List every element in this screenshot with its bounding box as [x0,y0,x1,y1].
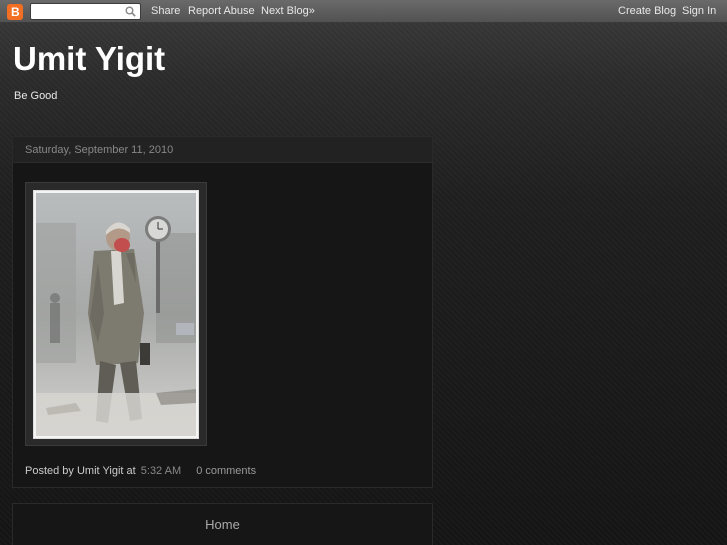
post: Saturday, September 11, 2010 Posted by U… [12,136,433,488]
photo-illustration [36,193,196,436]
posted-by-label: Posted by [25,465,74,477]
comments-link[interactable]: 0 comments [196,465,256,477]
blogger-logo-letter: B [11,5,20,19]
share-link[interactable]: Share [151,5,180,17]
blog-pager: Home [12,503,433,545]
post-author: Umit Yigit [76,465,124,477]
navbar: B Share Report Abuse Next Blog» Create B… [0,0,727,23]
blogger-logo-icon[interactable]: B [7,4,23,20]
home-link[interactable]: Home [13,517,432,532]
create-blog-link[interactable]: Create Blog [618,5,676,17]
post-image-frame [25,182,207,446]
post-image-border [33,190,199,439]
date-header: Saturday, September 11, 2010 [13,137,432,163]
post-image[interactable] [36,193,196,436]
post-timestamp-link[interactable]: 5:32 AM [141,465,181,477]
blog-description: Be Good [14,90,58,102]
post-date: Saturday, September 11, 2010 [25,144,174,156]
search-icon[interactable] [125,6,136,17]
posted-at-label: at [126,465,136,477]
post-footer: Posted by Umit Yigit at 5:32 AM 0 commen… [25,465,256,477]
navbar-search-input[interactable] [30,3,141,20]
next-blog-link[interactable]: Next Blog» [261,5,315,17]
blog-title[interactable]: Umit Yigit [13,40,165,78]
report-abuse-link[interactable]: Report Abuse [188,5,255,17]
sign-in-link[interactable]: Sign In [682,5,716,17]
